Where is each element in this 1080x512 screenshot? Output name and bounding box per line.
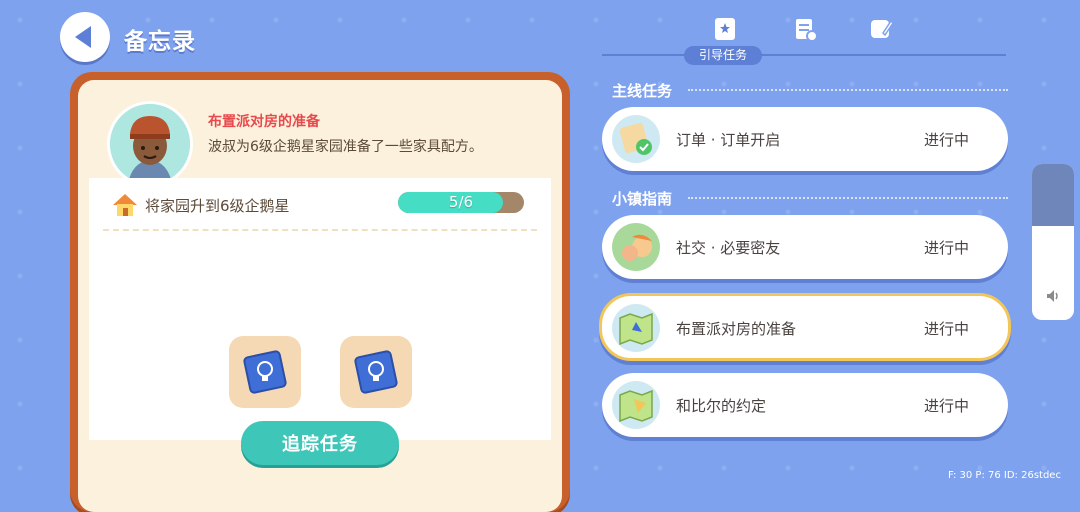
- track-task-button[interactable]: 追踪任务: [241, 421, 399, 465]
- progress-text: 5/6: [448, 193, 474, 211]
- quest-status: 进行中: [924, 239, 970, 257]
- quest-name: 布置派对房的准备: [676, 320, 797, 338]
- blueprint-icon: [354, 350, 398, 394]
- house-icon: [111, 192, 139, 218]
- section-town-guide: 小镇指南: [612, 190, 673, 208]
- task-requirements: 将家园升到6级企鹅星 5/6: [89, 178, 551, 440]
- quest-social[interactable]: 社交 · 必要密友 进行中: [602, 215, 1008, 279]
- friends-icon: [612, 223, 660, 271]
- note-pencil-icon: [871, 19, 894, 38]
- task-detail-body: 布置派对房的准备 波叔为6级企鹅星家园准备了一些家具配方。 将家园升到6级企鹅星…: [78, 80, 562, 512]
- tab-notes[interactable]: [866, 14, 896, 44]
- tab-guide[interactable]: [710, 14, 740, 44]
- quest-status: 进行中: [924, 320, 970, 338]
- section-divider: [688, 89, 1008, 91]
- page-title: 备忘录: [124, 29, 196, 55]
- volume-slider[interactable]: [1032, 164, 1074, 320]
- quest-name: 社交 · 必要密友: [676, 239, 781, 257]
- divider: [103, 229, 537, 231]
- task-description: 波叔为6级企鹅星家园准备了一些家具配方。: [208, 139, 483, 155]
- requirement-text: 将家园升到6级企鹅星: [145, 197, 290, 215]
- speaker-icon: [1045, 288, 1061, 308]
- tab-records[interactable]: [790, 14, 820, 44]
- quest-bill-promise[interactable]: 和比尔的约定 进行中: [602, 373, 1008, 437]
- npc-avatar: [107, 101, 193, 187]
- quest-order[interactable]: 订单 · 订单开启 进行中: [602, 107, 1008, 171]
- quest-status: 进行中: [924, 397, 970, 415]
- back-button[interactable]: [60, 12, 110, 62]
- task-detail-panel: 布置派对房的准备 波叔为6级企鹅星家园准备了一些家具配方。 将家园升到6级企鹅星…: [70, 72, 570, 512]
- map-icon: [612, 304, 660, 352]
- volume-level: [1032, 164, 1074, 227]
- quest-name: 订单 · 订单开启: [676, 131, 781, 149]
- quest-party-room[interactable]: 布置派对房的准备 进行中: [599, 293, 1011, 361]
- task-title: 布置派对房的准备: [208, 114, 320, 130]
- quest-name: 和比尔的约定: [676, 397, 767, 415]
- quest-status: 进行中: [924, 131, 970, 149]
- clipboard-icon: [796, 19, 818, 42]
- section-divider: [688, 197, 1008, 199]
- book-star-icon: [715, 18, 735, 40]
- active-tab-label: 引导任务: [684, 46, 762, 65]
- map-icon: [612, 381, 660, 429]
- tab-underline: [602, 54, 1006, 56]
- debug-info: F: 30 P: 76 ID: 26stdec: [948, 470, 1061, 481]
- back-arrow-icon: [75, 26, 91, 48]
- progress-bar: 5/6: [398, 192, 524, 213]
- section-main-quests: 主线任务: [612, 82, 673, 100]
- reward-blueprint-2[interactable]: [340, 336, 412, 408]
- reward-blueprint-1[interactable]: [229, 336, 301, 408]
- blueprint-icon: [243, 350, 287, 394]
- order-icon: [612, 115, 660, 163]
